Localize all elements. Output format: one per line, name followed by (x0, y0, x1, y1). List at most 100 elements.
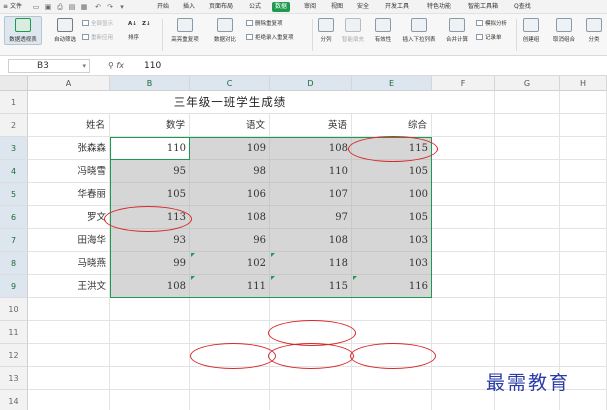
tab-4[interactable]: 数据 (272, 2, 291, 12)
data-compare-button[interactable]: 数据对比 (208, 18, 242, 43)
simulation-button[interactable]: 模拟分析 (476, 20, 507, 29)
score-cell[interactable]: 116 (352, 275, 432, 298)
spreadsheet-grid[interactable]: A B C D E F G H 1 2 3 4 5 6 7 8 9 10 11 12 13 14 三年级一班学生成绩 姓名 数学… (0, 76, 607, 410)
student-name-cell[interactable]: 冯晓雪 (28, 160, 110, 183)
column-header-H[interactable]: H (560, 76, 607, 91)
subtotal-button[interactable]: 分类 (584, 18, 604, 43)
column-label-cell[interactable]: 英语 (270, 114, 352, 137)
empty-cell[interactable] (560, 114, 607, 137)
row-header-1[interactable]: 1 (0, 91, 28, 114)
merge-calc-button[interactable]: 合并计算 (442, 18, 472, 43)
empty-cell[interactable] (560, 137, 607, 160)
empty-cell[interactable] (28, 367, 110, 390)
row-header-9[interactable]: 9 (0, 275, 28, 298)
empty-cell[interactable] (28, 298, 110, 321)
empty-cell[interactable] (270, 367, 352, 390)
empty-cell[interactable] (432, 183, 495, 206)
column-label-cell[interactable]: 数学 (110, 114, 190, 137)
tab-6[interactable]: 视图 (328, 2, 346, 12)
score-cell[interactable]: 118 (270, 252, 352, 275)
empty-cell[interactable] (495, 91, 560, 114)
empty-cell[interactable] (560, 183, 607, 206)
smart-fill-button[interactable]: 智能填充 (338, 18, 368, 43)
row-header-5[interactable]: 5 (0, 183, 28, 206)
undo-icon[interactable]: ↶ (94, 3, 102, 11)
empty-cell[interactable] (432, 114, 495, 137)
empty-cell[interactable] (352, 321, 432, 344)
empty-cell[interactable] (560, 298, 607, 321)
insert-dropdown-button[interactable]: 插入下拉列表 (400, 18, 438, 43)
empty-cell[interactable] (352, 390, 432, 410)
column-label-cell[interactable]: 综合 (352, 114, 432, 137)
row-header-14[interactable]: 14 (0, 390, 28, 410)
create-group-button[interactable]: 创建组 (518, 18, 544, 43)
pivot-table-button[interactable]: 数据透视表 (4, 16, 42, 45)
empty-cell[interactable] (432, 206, 495, 229)
student-name-cell[interactable]: 田海华 (28, 229, 110, 252)
column-label-cell[interactable]: 姓名 (28, 114, 110, 137)
highlight-duplicates-button[interactable]: 高亮重复项 (166, 18, 204, 43)
row-header-12[interactable]: 12 (0, 344, 28, 367)
empty-cell[interactable] (495, 275, 560, 298)
empty-cell[interactable] (560, 275, 607, 298)
score-cell[interactable]: 110 (270, 160, 352, 183)
score-cell[interactable]: 113 (110, 206, 190, 229)
empty-cell[interactable] (270, 298, 352, 321)
empty-cell[interactable] (190, 367, 270, 390)
show-all-button[interactable]: 全部显示 (82, 20, 113, 29)
empty-cell[interactable] (495, 252, 560, 275)
score-cell[interactable]: 115 (352, 137, 432, 160)
score-cell[interactable]: 96 (190, 229, 270, 252)
empty-cell[interactable] (190, 321, 270, 344)
empty-cell[interactable] (352, 367, 432, 390)
format-painter-icon[interactable]: ▦ (80, 3, 88, 11)
student-name-cell[interactable]: 罗文 (28, 206, 110, 229)
row-header-4[interactable]: 4 (0, 160, 28, 183)
row-header-10[interactable]: 10 (0, 298, 28, 321)
empty-cell[interactable] (190, 390, 270, 410)
score-cell[interactable]: 109 (190, 137, 270, 160)
score-cell[interactable]: 108 (270, 229, 352, 252)
tab-1[interactable]: 插入 (180, 2, 198, 12)
empty-cell[interactable] (560, 344, 607, 367)
row-header-13[interactable]: 13 (0, 367, 28, 390)
empty-cell[interactable] (352, 298, 432, 321)
sort-descending-button[interactable]: Z↓ (142, 20, 151, 29)
row-header-3[interactable]: 3 (0, 137, 28, 160)
search-command[interactable]: Q查找 (514, 2, 531, 12)
column-header-G[interactable]: G (495, 76, 560, 91)
preview-icon[interactable]: ▤ (68, 3, 76, 11)
row-header-7[interactable]: 7 (0, 229, 28, 252)
open-icon[interactable]: ▭ (32, 3, 40, 11)
score-cell[interactable]: 110 (110, 137, 190, 160)
tab-10[interactable]: 智能工具箱 (465, 2, 501, 12)
score-cell[interactable]: 108 (110, 275, 190, 298)
chevron-down-icon[interactable]: ▾ (82, 60, 86, 72)
score-cell[interactable]: 106 (190, 183, 270, 206)
split-column-button[interactable]: 分列 (316, 18, 336, 43)
row-header-11[interactable]: 11 (0, 321, 28, 344)
empty-cell[interactable] (28, 321, 110, 344)
empty-cell[interactable] (495, 321, 560, 344)
score-cell[interactable]: 102 (190, 252, 270, 275)
empty-cell[interactable] (495, 206, 560, 229)
empty-cell[interactable] (432, 252, 495, 275)
sort-button[interactable]: 排序 (128, 34, 139, 43)
zoom-icon[interactable]: ⚲ (108, 61, 114, 70)
tab-7[interactable]: 安全 (354, 2, 372, 12)
empty-cell[interactable] (28, 390, 110, 410)
score-cell[interactable]: 105 (352, 160, 432, 183)
score-cell[interactable]: 105 (110, 183, 190, 206)
select-all-corner[interactable] (0, 76, 28, 91)
validity-button[interactable]: 有效性 (370, 18, 396, 43)
student-name-cell[interactable]: 张森森 (28, 137, 110, 160)
column-header-B[interactable]: B (110, 76, 190, 91)
empty-cell[interactable] (432, 275, 495, 298)
empty-cell[interactable] (270, 344, 352, 367)
column-header-D[interactable]: D (270, 76, 352, 91)
customize-icon[interactable]: ▾ (118, 3, 126, 11)
empty-cell[interactable] (495, 160, 560, 183)
sort-ascending-button[interactable]: A↓ (128, 20, 137, 29)
column-header-A[interactable]: A (28, 76, 110, 91)
autofilter-button[interactable]: 自动筛选 (50, 18, 80, 43)
